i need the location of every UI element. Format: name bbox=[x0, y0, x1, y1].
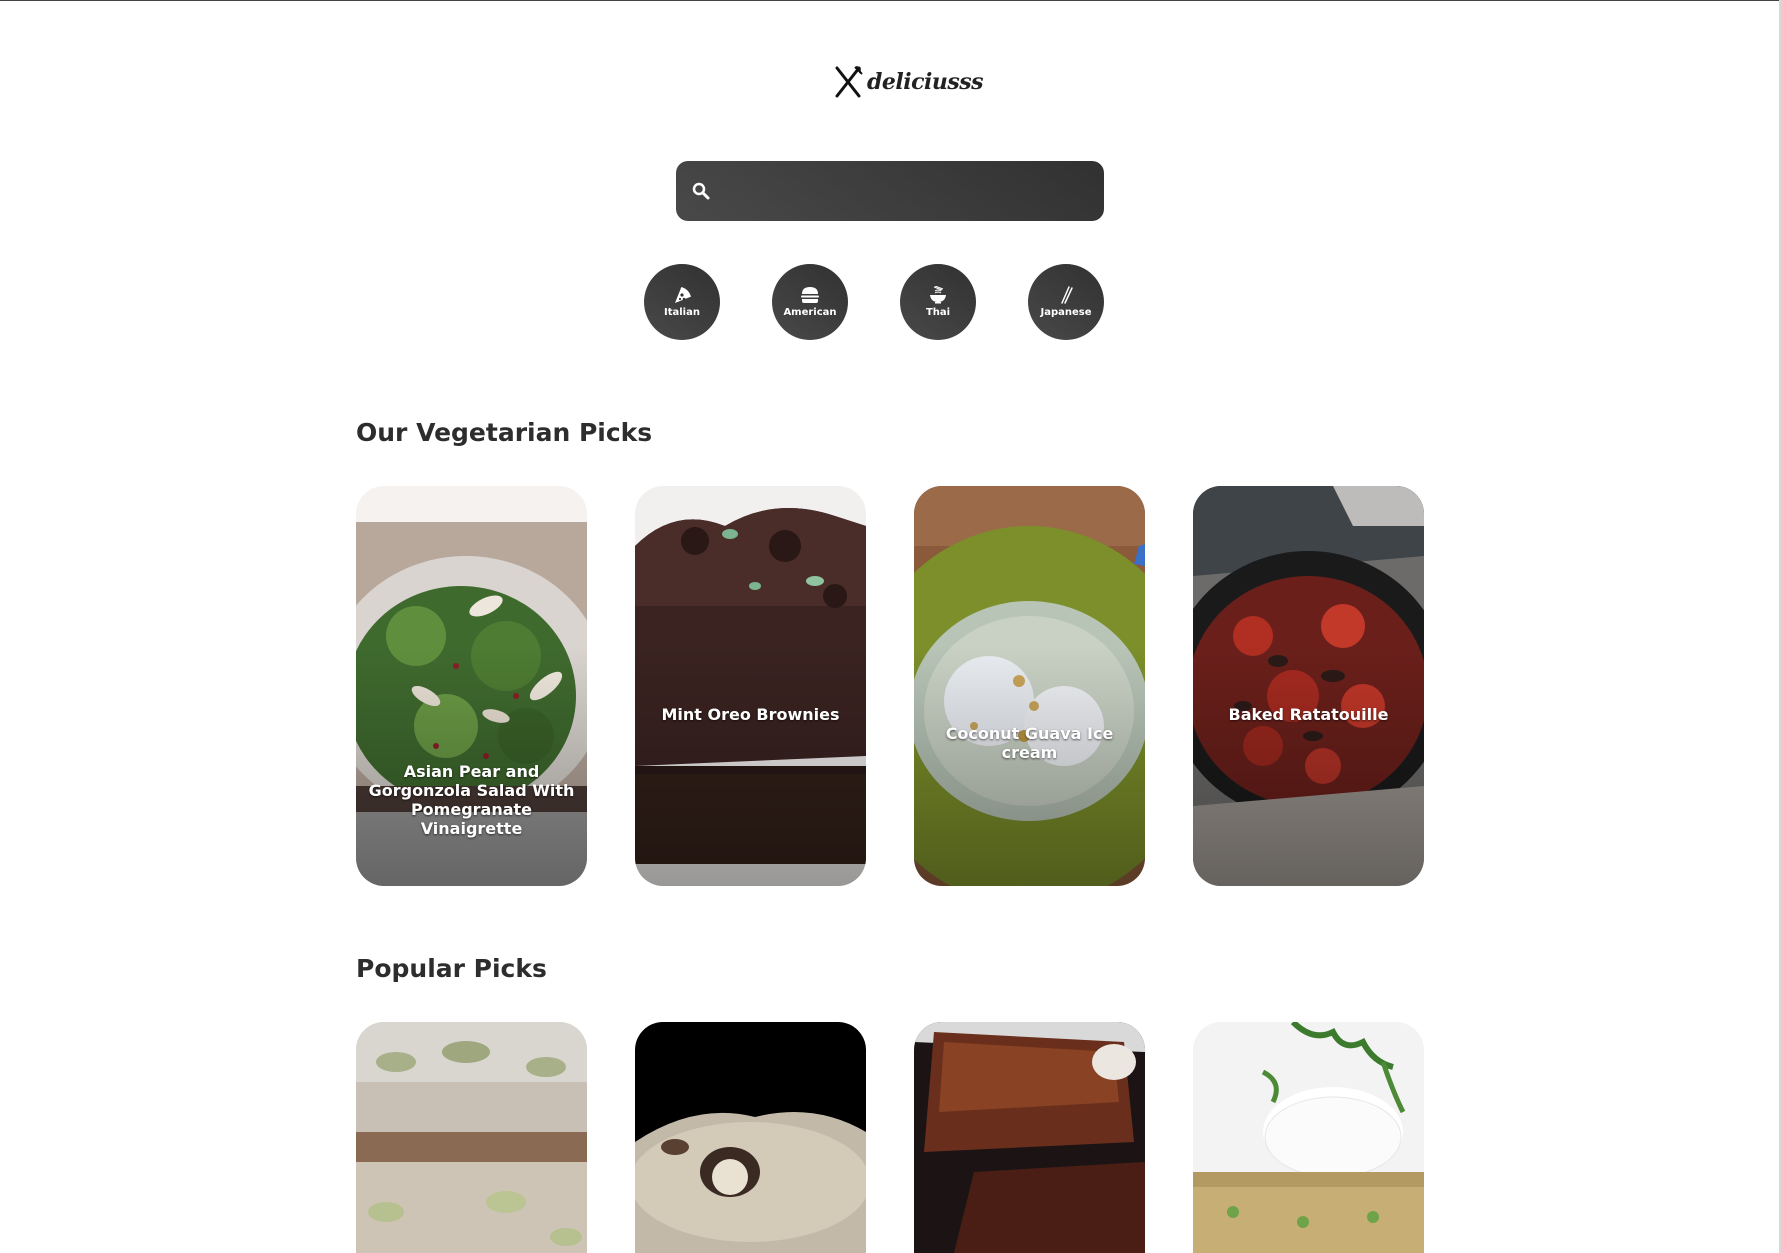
chopsticks-icon bbox=[1061, 286, 1073, 304]
cuisine-american[interactable]: American bbox=[772, 264, 848, 340]
cuisine-italian[interactable]: Italian bbox=[644, 264, 720, 340]
recipe-card[interactable] bbox=[914, 1022, 1145, 1253]
recipe-image-popular-1 bbox=[356, 1022, 587, 1253]
search-input[interactable] bbox=[720, 179, 1084, 203]
recipe-image-popular-3 bbox=[914, 1022, 1145, 1253]
recipe-card[interactable]: Baked Ratatouille bbox=[1193, 486, 1424, 886]
window-top-border bbox=[0, 0, 1781, 1]
recipe-card[interactable] bbox=[635, 1022, 866, 1253]
section-title-vegetarian: Our Vegetarian Picks bbox=[356, 418, 653, 447]
recipe-card[interactable] bbox=[1193, 1022, 1424, 1253]
search-bar[interactable] bbox=[676, 161, 1104, 221]
recipe-image-popular-2 bbox=[635, 1022, 866, 1253]
recipe-image-popular-4 bbox=[1193, 1022, 1424, 1253]
noodle-bowl-icon bbox=[930, 286, 946, 304]
pizza-icon bbox=[675, 287, 691, 303]
recipe-card[interactable] bbox=[356, 1022, 587, 1253]
recipe-title: Mint Oreo Brownies bbox=[661, 705, 840, 724]
section-title-popular: Popular Picks bbox=[356, 954, 547, 983]
card-overlay bbox=[914, 486, 1145, 886]
card-overlay bbox=[635, 486, 866, 886]
recipe-title: Baked Ratatouille bbox=[1228, 705, 1389, 724]
recipe-title: Coconut Guava Ice cream bbox=[945, 724, 1114, 762]
fork-knife-icon bbox=[835, 66, 863, 98]
recipe-card[interactable]: Coconut Guava Ice cream bbox=[914, 486, 1145, 886]
burger-icon bbox=[801, 287, 819, 303]
search-icon bbox=[692, 182, 710, 200]
brand-name: deliciusss bbox=[867, 69, 984, 95]
brand-logo[interactable]: deliciusss bbox=[833, 64, 984, 100]
cuisine-label: Thai bbox=[925, 307, 951, 318]
cuisine-japanese[interactable]: Japanese bbox=[1028, 264, 1104, 340]
recipe-title: Asian Pear and Gorgonzola Salad With Pom… bbox=[368, 762, 575, 838]
cuisine-label: Japanese bbox=[1040, 307, 1092, 318]
recipe-card[interactable]: Asian Pear and Gorgonzola Salad With Pom… bbox=[356, 486, 587, 886]
recipe-card[interactable]: Mint Oreo Brownies bbox=[635, 486, 866, 886]
cuisine-label: Italian bbox=[664, 307, 700, 318]
card-overlay bbox=[1193, 486, 1424, 886]
cuisine-thai[interactable]: Thai bbox=[900, 264, 976, 340]
cuisine-label: American bbox=[783, 307, 837, 318]
